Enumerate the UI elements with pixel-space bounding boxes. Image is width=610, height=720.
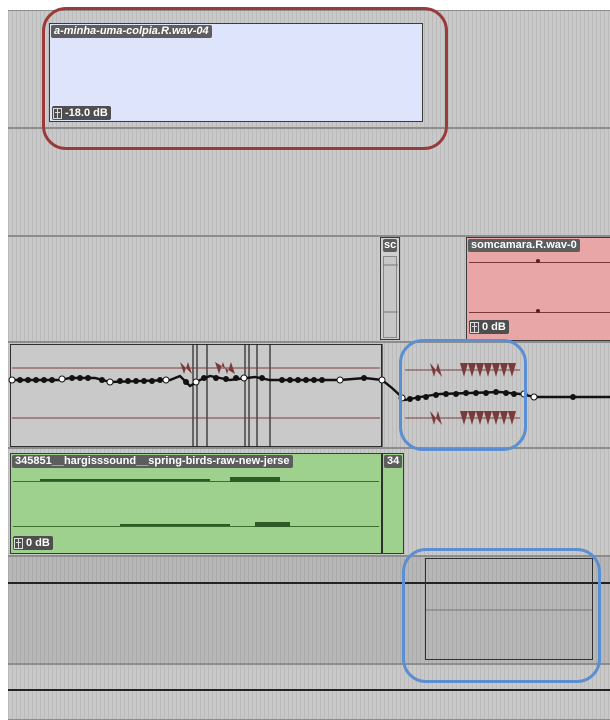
arrange-view: a-minha-uma-colpia.R.wav-04 -18.0 dB sc … <box>0 0 610 720</box>
automation-overlay <box>8 259 610 611</box>
